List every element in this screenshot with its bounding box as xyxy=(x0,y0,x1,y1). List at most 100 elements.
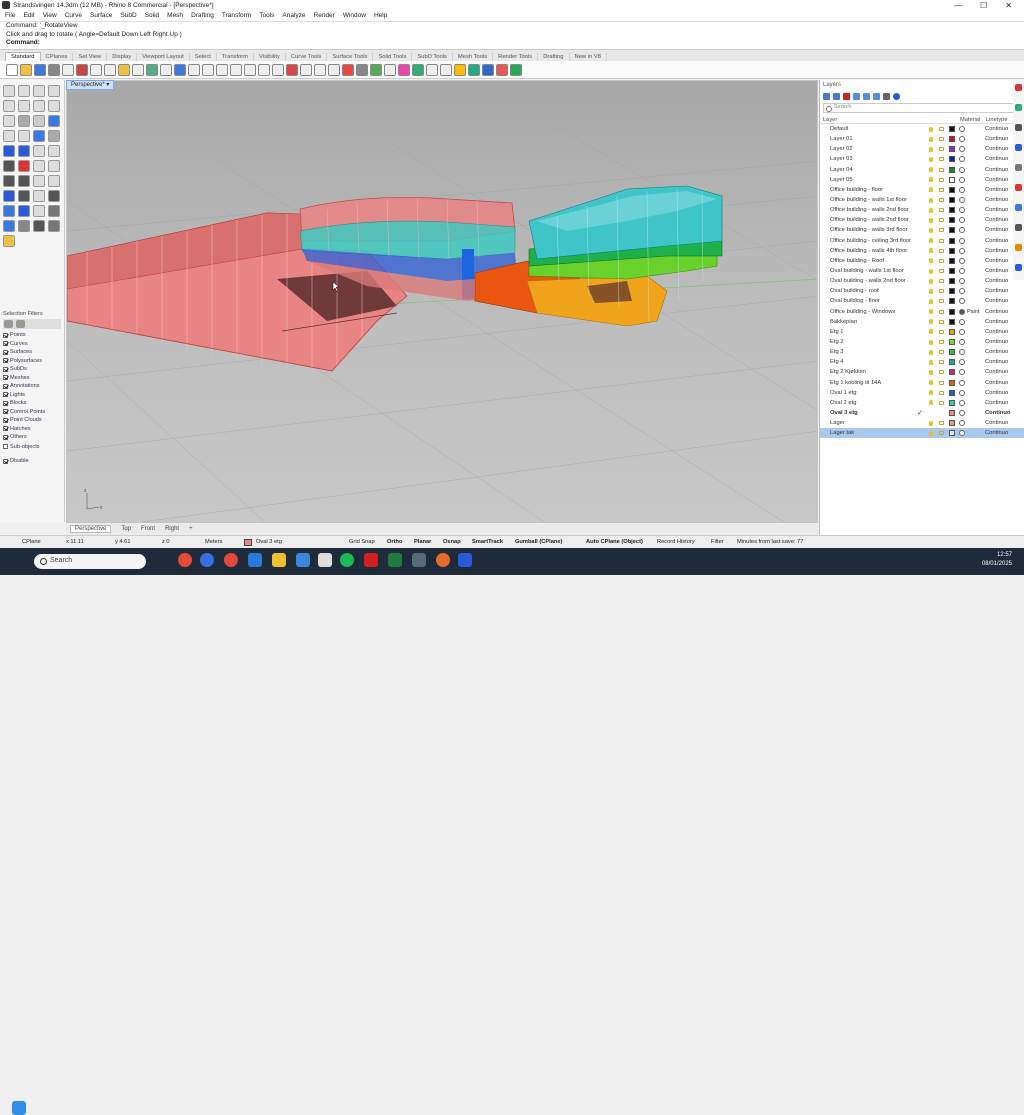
layer-row[interactable]: Etg 1 Continuo xyxy=(820,327,1024,337)
filter-toggle[interactable]: Filter xyxy=(711,539,724,545)
filter-meshes[interactable]: Meshes xyxy=(3,374,61,383)
toolbar-tool-icon[interactable] xyxy=(6,63,18,76)
left-tool-icon[interactable] xyxy=(18,190,30,202)
filter-points[interactable]: Points xyxy=(3,331,61,340)
material-icon[interactable] xyxy=(959,166,965,173)
viewport-tab-right[interactable]: Right xyxy=(165,526,179,532)
lock-icon[interactable] xyxy=(939,279,944,284)
layer-row[interactable]: Oval building - walls 1st floor Continuo xyxy=(820,266,1024,276)
layer-color-swatch[interactable] xyxy=(949,268,955,275)
left-tool-icon[interactable] xyxy=(33,205,45,217)
layer-row[interactable]: Oval 3 etg ✓ Continuo xyxy=(820,408,1024,418)
toolbar-tool-icon[interactable] xyxy=(314,63,326,76)
filter-reset-icon[interactable] xyxy=(4,320,13,328)
filter-others[interactable]: Others xyxy=(3,433,61,442)
checkbox-icon[interactable] xyxy=(3,444,8,450)
layer-color-swatch[interactable] xyxy=(949,379,955,386)
layer-color-swatch[interactable] xyxy=(949,389,955,396)
command-input[interactable]: Command: xyxy=(6,39,1024,48)
visibility-bulb-icon[interactable] xyxy=(929,288,933,294)
material-icon[interactable] xyxy=(959,328,965,335)
material-icon[interactable] xyxy=(959,410,965,416)
material-icon[interactable] xyxy=(959,430,965,437)
maximize-button[interactable]: ☐ xyxy=(980,1,987,10)
material-icon[interactable] xyxy=(959,207,965,214)
left-tool-icon[interactable] xyxy=(48,130,60,142)
checkbox-icon[interactable] xyxy=(3,400,8,406)
material-icon[interactable] xyxy=(959,126,965,133)
toolbar-tab-visibility[interactable]: Visibility xyxy=(254,53,286,61)
lock-icon[interactable] xyxy=(939,127,944,132)
left-tool-icon[interactable] xyxy=(33,100,45,112)
visibility-bulb-icon[interactable] xyxy=(929,126,933,132)
rhino-taskbar-icon[interactable] xyxy=(318,553,332,567)
visibility-bulb-icon[interactable] xyxy=(929,329,933,335)
ortho-toggle[interactable]: Ortho xyxy=(387,539,402,545)
layer-row[interactable]: Lager tak Continuo xyxy=(820,428,1024,439)
layer-row[interactable]: Layer 04 Continuo xyxy=(820,165,1024,175)
toolbar-tool-icon[interactable] xyxy=(34,63,46,76)
left-tool-icon[interactable] xyxy=(3,205,15,217)
toolbar-tab-surface-tools[interactable]: Surface Tools xyxy=(327,53,374,61)
viewport-tab-top[interactable]: Top xyxy=(121,526,131,532)
layer-row[interactable]: Default Continuo xyxy=(820,124,1024,134)
material-icon[interactable] xyxy=(959,176,965,183)
menu-edit[interactable]: Edit xyxy=(23,12,34,19)
material-icon[interactable] xyxy=(959,156,965,163)
layer-color-swatch[interactable] xyxy=(949,318,955,325)
material-icon[interactable] xyxy=(959,389,965,396)
toolbar-tool-icon[interactable] xyxy=(384,63,396,76)
layer-color-swatch[interactable] xyxy=(949,166,955,173)
panel-icon[interactable] xyxy=(1015,84,1022,91)
layer-row[interactable]: Office building - floor Continuo xyxy=(820,185,1024,195)
layer-color-swatch[interactable] xyxy=(949,257,955,264)
toolbar-tool-icon[interactable] xyxy=(342,63,354,76)
left-tool-icon[interactable] xyxy=(3,235,15,247)
layer-row[interactable]: Oval 2 etg Continuo xyxy=(820,398,1024,408)
col-linetype[interactable]: Linetype xyxy=(986,117,1008,123)
checkbox-icon[interactable] xyxy=(3,349,8,355)
visibility-bulb-icon[interactable] xyxy=(929,146,933,152)
toolbar-tab-solid-tools[interactable]: Solid Tools xyxy=(373,53,413,61)
checkbox-icon[interactable] xyxy=(3,458,8,464)
toolbar-tool-icon[interactable] xyxy=(202,63,214,76)
menu-view[interactable]: View xyxy=(43,12,57,19)
visibility-bulb-icon[interactable] xyxy=(929,167,933,173)
menu-mesh[interactable]: Mesh xyxy=(167,12,183,19)
chrome-icon[interactable] xyxy=(178,553,192,567)
auto-cplane-toggle[interactable]: Auto CPlane (Object) xyxy=(586,539,643,545)
left-tool-icon[interactable] xyxy=(33,145,45,157)
lock-icon[interactable] xyxy=(939,360,944,365)
layer-row[interactable]: Etg 2 Continuo xyxy=(820,337,1024,347)
filter-control-points[interactable]: Control Points xyxy=(3,408,61,417)
new-layer-icon[interactable] xyxy=(823,92,830,100)
left-tool-icon[interactable] xyxy=(48,85,60,97)
excel-icon[interactable] xyxy=(388,553,402,567)
visibility-bulb-icon[interactable] xyxy=(929,359,933,365)
toolbar-tool-icon[interactable] xyxy=(510,63,522,76)
layer-row[interactable]: Oval building - floor Continuo xyxy=(820,296,1024,306)
record-history-toggle[interactable]: Record History xyxy=(657,539,695,545)
layer-color-swatch[interactable] xyxy=(949,126,955,133)
left-tool-icon[interactable] xyxy=(3,175,15,187)
left-tool-icon[interactable] xyxy=(3,85,15,97)
toolbar-tool-icon[interactable] xyxy=(496,63,508,76)
toolbar-tool-icon[interactable] xyxy=(468,63,480,76)
menu-transform[interactable]: Transform xyxy=(222,12,251,19)
move-down-icon[interactable] xyxy=(863,92,870,100)
toolbar-tool-icon[interactable] xyxy=(272,63,284,76)
left-tool-icon[interactable] xyxy=(48,145,60,157)
material-icon[interactable] xyxy=(959,369,965,376)
toolbar-tool-icon[interactable] xyxy=(398,63,410,76)
layer-color-swatch[interactable] xyxy=(949,146,955,153)
layer-row[interactable]: Etg 2 Kjøkken Continuo xyxy=(820,367,1024,377)
layer-color-swatch[interactable] xyxy=(949,410,955,416)
close-button[interactable]: ✕ xyxy=(1005,1,1012,10)
lock-icon[interactable] xyxy=(939,309,944,314)
left-tool-icon[interactable] xyxy=(18,100,30,112)
lock-icon[interactable] xyxy=(939,380,944,385)
visibility-bulb-icon[interactable] xyxy=(929,430,933,436)
checkbox-icon[interactable] xyxy=(3,434,8,440)
material-icon[interactable] xyxy=(959,227,965,234)
layer-row[interactable]: Office building - walls 2nd floor Continu… xyxy=(820,215,1024,225)
